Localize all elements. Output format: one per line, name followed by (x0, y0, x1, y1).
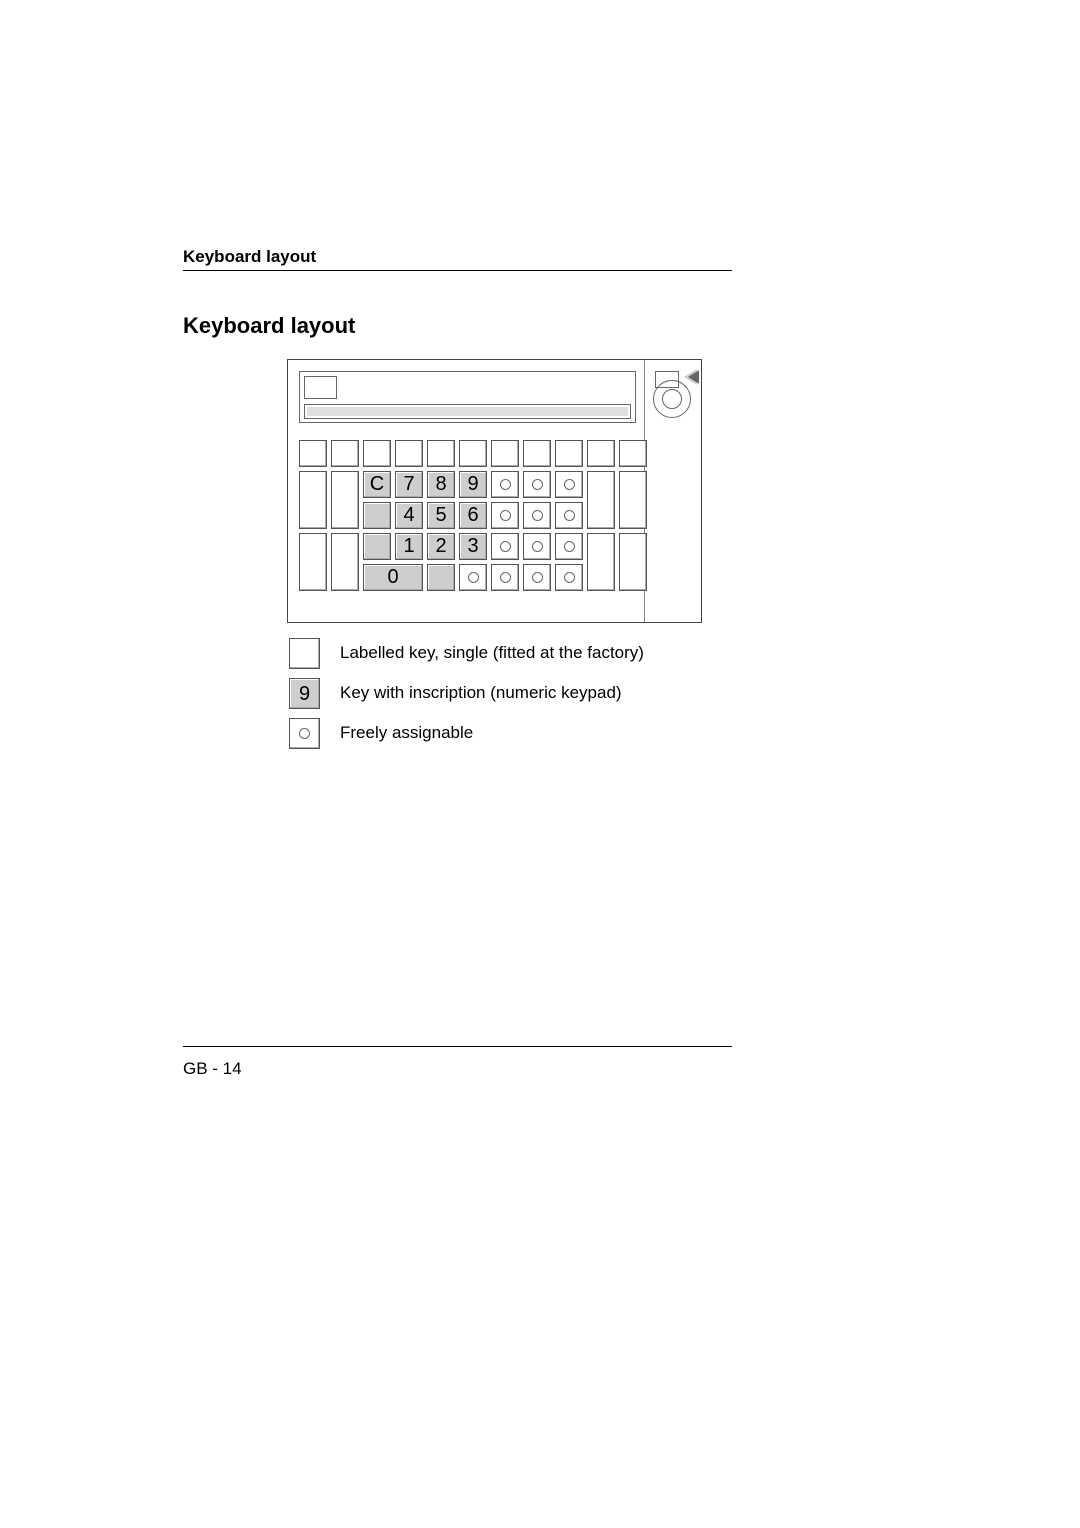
key-9: 9 (459, 471, 487, 498)
display-bar-fill (307, 407, 628, 416)
display-bar (304, 404, 631, 419)
free-key (491, 471, 519, 498)
legend-numeric-key-icon: 9 (289, 678, 320, 709)
key-1: 1 (395, 533, 423, 560)
labelled-key (459, 440, 487, 467)
display-tab (304, 376, 337, 399)
free-key (555, 564, 583, 591)
labelled-key (587, 471, 615, 529)
free-key (523, 564, 551, 591)
key-3: 3 (459, 533, 487, 560)
keylock-icon (653, 380, 691, 418)
section-title: Keyboard layout (183, 313, 355, 339)
labelled-key (331, 533, 359, 591)
key-2: 2 (427, 533, 455, 560)
running-head: Keyboard layout (183, 247, 316, 267)
key-c: C (363, 471, 391, 498)
free-key (459, 564, 487, 591)
circle-icon (500, 541, 511, 552)
free-key (523, 502, 551, 529)
free-key (555, 502, 583, 529)
legend-numeric-text: Key with inscription (numeric keypad) (340, 683, 622, 703)
key-6: 6 (459, 502, 487, 529)
function-row (299, 440, 647, 467)
labelled-key (331, 471, 359, 529)
circle-icon (299, 728, 310, 739)
labelled-key (555, 440, 583, 467)
free-key (523, 471, 551, 498)
numeric-key-blank (363, 502, 391, 529)
labelled-key (299, 440, 327, 467)
labelled-key (587, 440, 615, 467)
legend-row-numeric: 9 Key with inscription (numeric keypad) (289, 678, 644, 709)
circle-icon (532, 541, 543, 552)
numeric-key-blank (427, 564, 455, 591)
card-arrow-icon (684, 369, 697, 385)
labelled-key (491, 440, 519, 467)
legend-free-key-icon (289, 718, 320, 749)
page-number: GB - 14 (183, 1059, 242, 1079)
header-rule (183, 270, 732, 271)
labelled-key (331, 440, 359, 467)
circle-icon (564, 510, 575, 521)
circle-icon (564, 479, 575, 490)
free-key (491, 533, 519, 560)
keyboard-device: C 7 8 9 4 5 6 1 2 3 (287, 359, 702, 623)
circle-icon (532, 572, 543, 583)
free-key (555, 533, 583, 560)
key-8: 8 (427, 471, 455, 498)
circle-icon (500, 510, 511, 521)
labelled-key (523, 440, 551, 467)
page: { "header": { "running_head": "Keyboard … (0, 0, 1080, 1528)
free-key (555, 471, 583, 498)
circle-icon (564, 541, 575, 552)
legend-free-text: Freely assignable (340, 723, 473, 743)
free-key (523, 533, 551, 560)
circle-icon (532, 510, 543, 521)
circle-icon (468, 572, 479, 583)
labelled-key (619, 440, 647, 467)
display-frame (299, 371, 636, 423)
labelled-key (587, 533, 615, 591)
labelled-key (619, 471, 647, 529)
circle-icon (532, 479, 543, 490)
labelled-key (395, 440, 423, 467)
key-4: 4 (395, 502, 423, 529)
key-0: 0 (363, 564, 423, 591)
legend-row-free: Freely assignable (289, 718, 644, 749)
free-key (491, 502, 519, 529)
numeric-key-blank (363, 533, 391, 560)
labelled-key (427, 440, 455, 467)
legend-labelled-key-icon (289, 638, 320, 669)
labelled-key (299, 471, 327, 529)
legend-row-labelled: Labelled key, single (fitted at the fact… (289, 638, 644, 669)
main-key-grid: C 7 8 9 4 5 6 1 2 3 (299, 471, 647, 591)
labelled-key (299, 533, 327, 591)
legend-labelled-text: Labelled key, single (fitted at the fact… (340, 643, 644, 663)
key-5: 5 (427, 502, 455, 529)
circle-icon (564, 572, 575, 583)
footer-rule (183, 1046, 732, 1047)
key-7: 7 (395, 471, 423, 498)
circle-icon (500, 479, 511, 490)
circle-icon (500, 572, 511, 583)
legend: Labelled key, single (fitted at the fact… (289, 638, 644, 758)
labelled-key (619, 533, 647, 591)
labelled-key (363, 440, 391, 467)
free-key (491, 564, 519, 591)
